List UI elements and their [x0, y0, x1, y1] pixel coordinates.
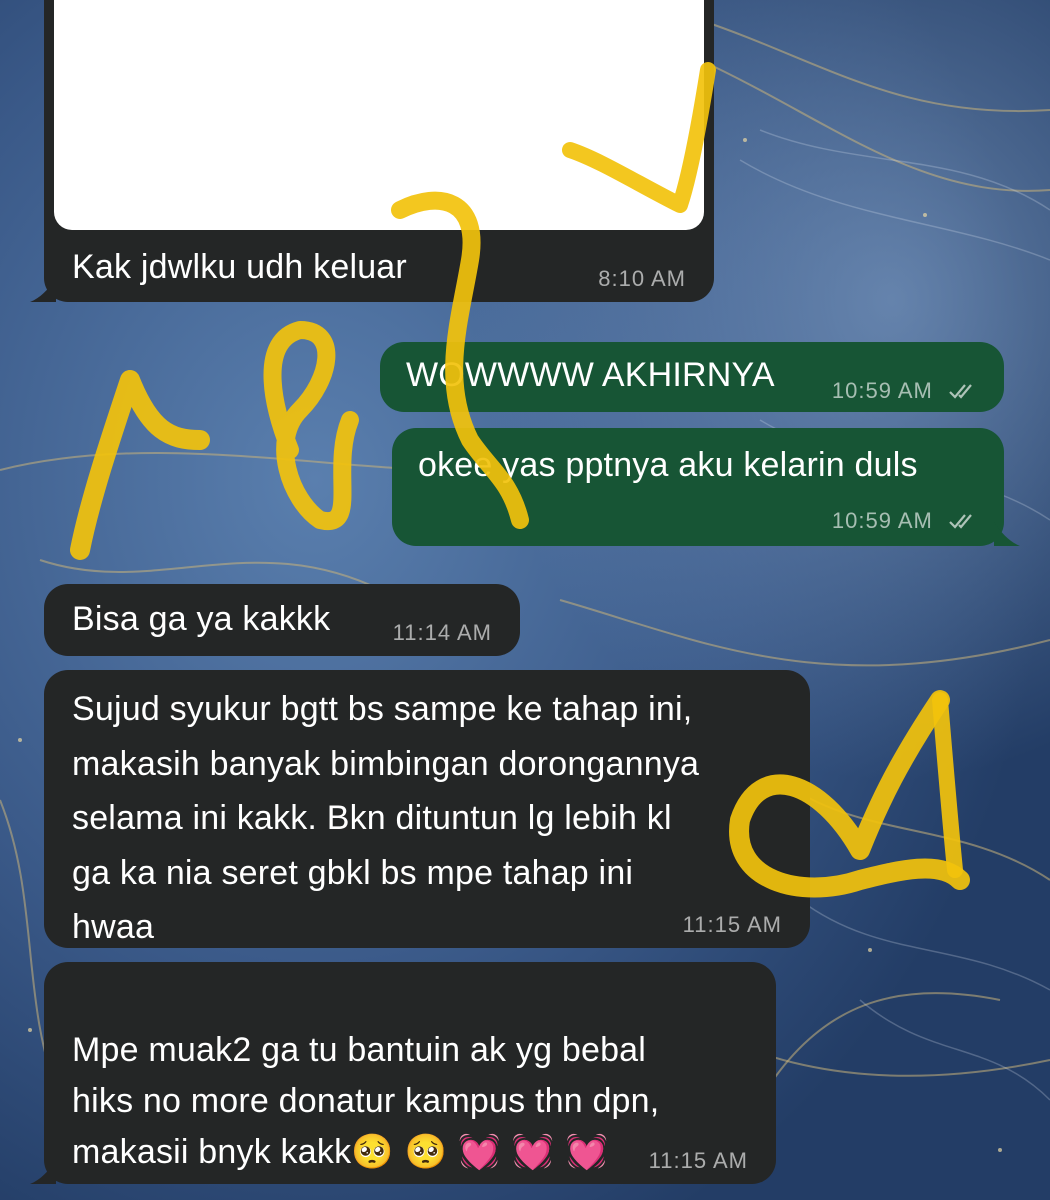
message-text: okee yas pptnya aku kelarin duls: [418, 446, 918, 484]
message-text: Bisa ga ya kakkk: [72, 600, 331, 638]
message-bubble-outgoing[interactable]: WOWWWW AKHIRNYA 10:59 AM: [380, 342, 1004, 412]
message-timestamp: 11:15 AM: [648, 1148, 748, 1173]
bubble-tail: [30, 278, 56, 302]
double-check-icon: [949, 384, 972, 399]
bubble-tail: [30, 1160, 56, 1184]
message-timestamp: 10:59 AM: [832, 508, 978, 534]
message-bubble-incoming[interactable]: Bisa ga ya kakkk 11:14 AM: [44, 584, 520, 656]
bubble-tail: [994, 522, 1020, 546]
message-time: 10:59 AM: [831, 378, 933, 403]
message-time: 10:59 AM: [831, 508, 933, 533]
message-bubble-outgoing[interactable]: okee yas pptnya aku kelarin duls 10:59 A…: [392, 428, 1020, 546]
message-timestamp: 10:59 AM: [832, 378, 978, 404]
double-check-icon: [949, 514, 972, 529]
shared-image[interactable]: [54, 0, 704, 230]
message-text: Mpe muak2 ga tu bantuin ak yg bebal hiks…: [72, 974, 659, 1178]
message-timestamp: 8:10 AM: [598, 266, 686, 291]
message-text: WOWWWW AKHIRNYA: [406, 356, 775, 394]
message-text: Sujud syukur bgtt bs sampe ke tahap ini,…: [72, 690, 700, 946]
message-bubble-incoming[interactable]: Mpe muak2 ga tu bantuin ak yg bebal hiks…: [30, 962, 776, 1184]
message-timestamp: 11:15 AM: [682, 912, 782, 937]
message-bubble-incoming[interactable]: Kak jdwlku udh keluar 8:10 AM: [30, 0, 714, 302]
message-timestamp: 11:14 AM: [392, 620, 492, 645]
message-bubble-incoming[interactable]: Sujud syukur bgtt bs sampe ke tahap ini,…: [44, 670, 810, 948]
emoji-sequence: 🥺 🥺 💓 💓 💓: [351, 1132, 608, 1172]
message-text: Kak jdwlku udh keluar: [72, 248, 407, 286]
